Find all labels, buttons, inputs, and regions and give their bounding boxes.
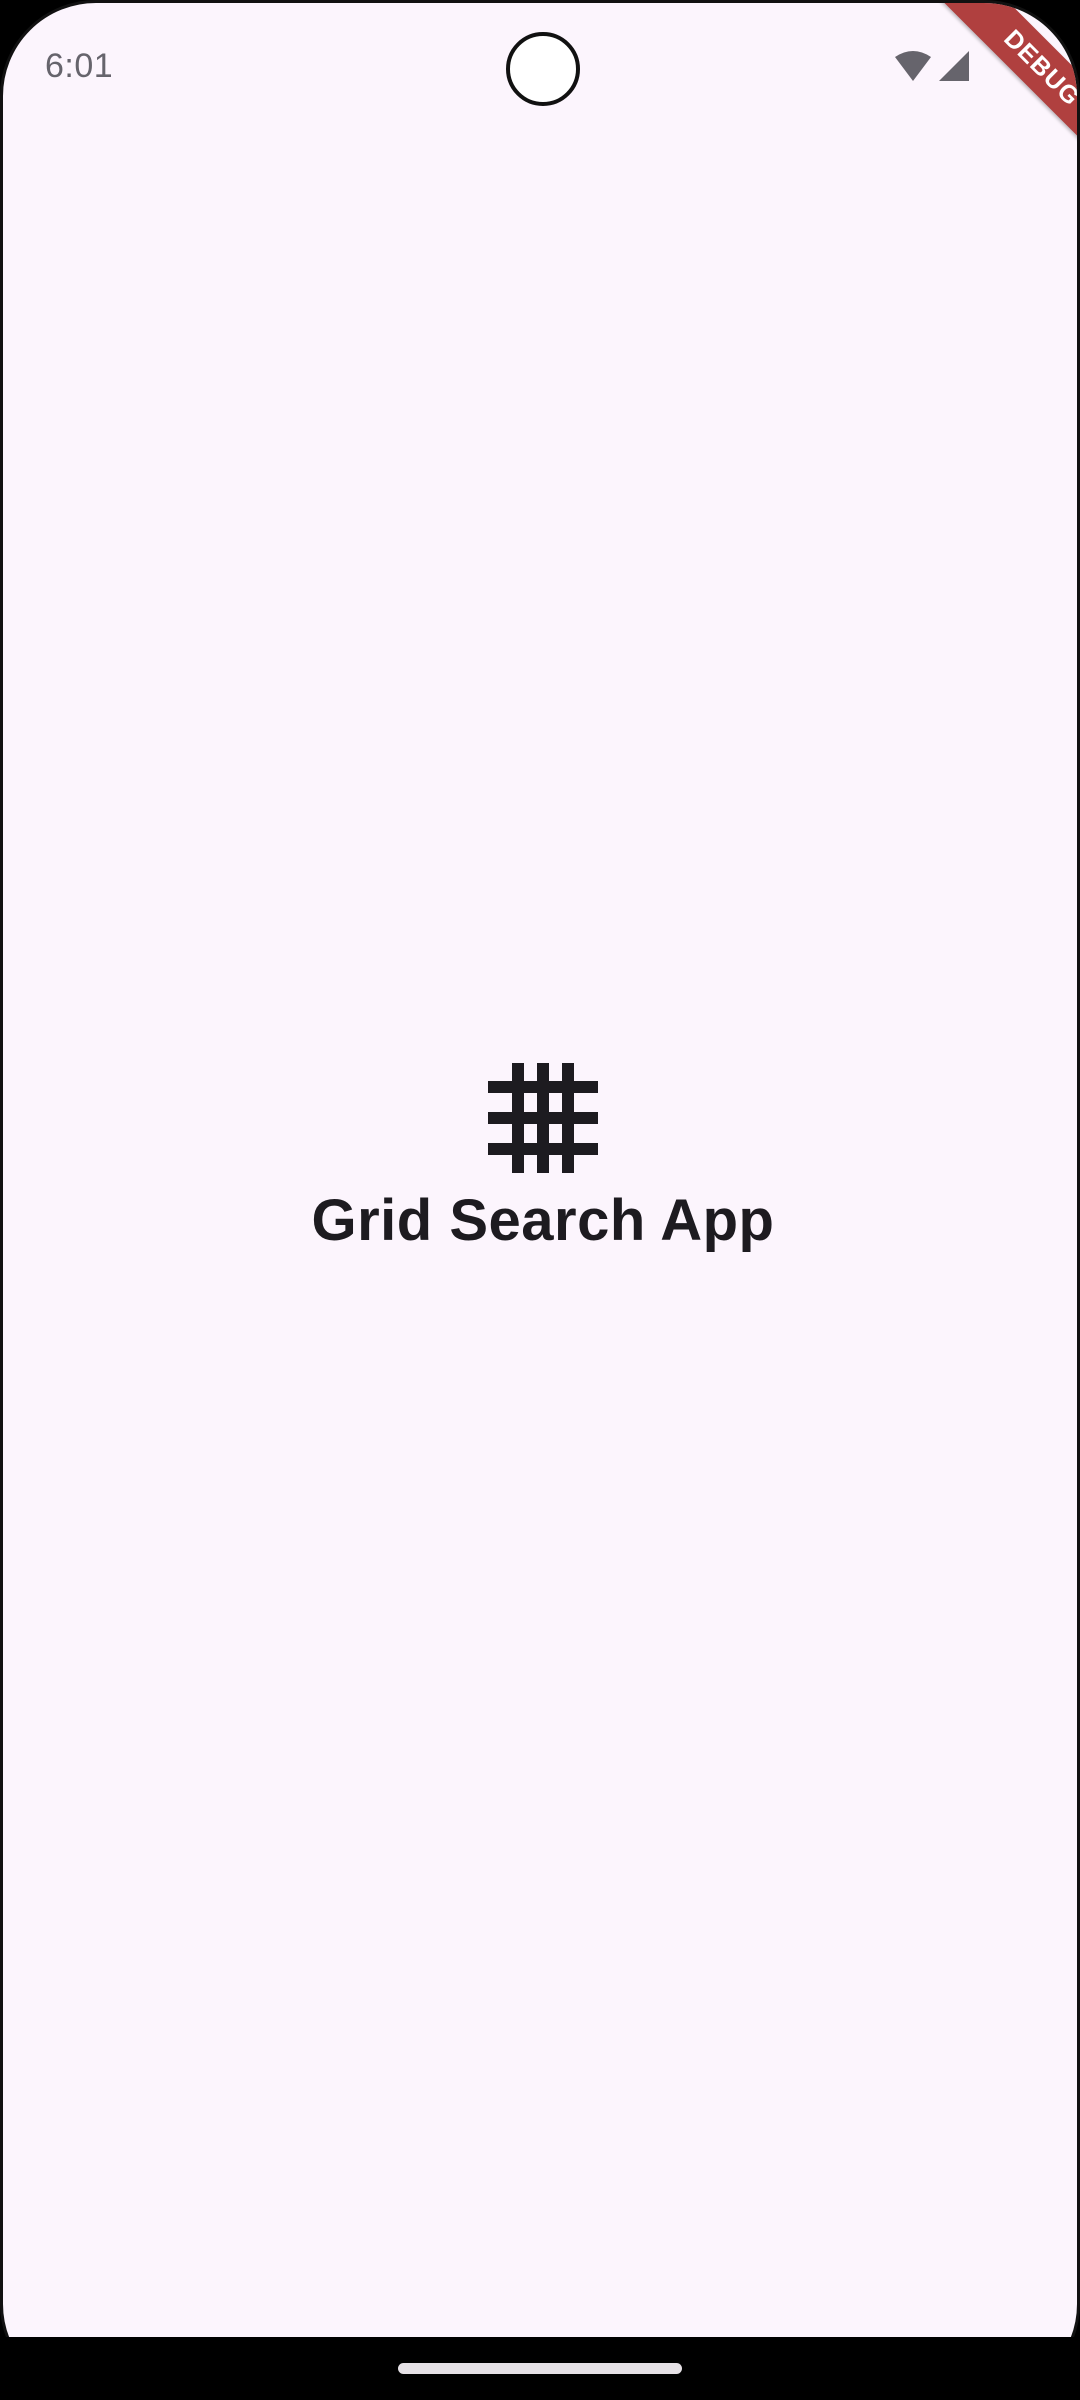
wifi-icon — [895, 51, 931, 81]
cellular-signal-icon — [939, 51, 969, 81]
device-frame: 6:01 DEBUG Grid Search App — [0, 0, 1080, 2400]
app-title: Grid Search App — [311, 1188, 775, 1253]
camera-cutout — [506, 32, 580, 106]
status-bar: 6:01 — [3, 3, 1077, 133]
app-screen: 6:01 DEBUG Grid Search App — [0, 0, 1080, 2400]
home-indicator[interactable] — [398, 2363, 682, 2374]
grid-icon — [488, 1063, 598, 1173]
splash-content: Grid Search App — [3, 1063, 1077, 1283]
status-time: 6:01 — [45, 47, 114, 85]
status-icons — [893, 49, 973, 89]
